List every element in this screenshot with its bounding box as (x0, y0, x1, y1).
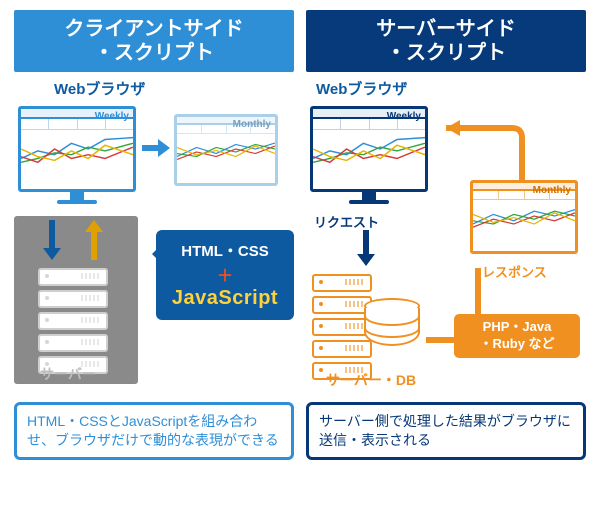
server-label-left: サーバー (40, 364, 96, 384)
mini-chart-monthly-left (177, 134, 275, 164)
client-side-header: クライアントサイド ・スクリプト (14, 10, 294, 72)
tech-line-2: ・Ruby など (479, 336, 554, 351)
weekly-tag-right: Weekly (387, 111, 421, 122)
server-side-title: サーバーサイド ・スクリプト (376, 17, 515, 65)
server-icon-right (312, 274, 372, 384)
title-line-2-r: ・スクリプト (386, 42, 506, 64)
browser-label-right: Webブラウザ (316, 78, 586, 99)
browser-label-left: Webブラウザ (54, 78, 294, 99)
arrow-up-from-server (84, 220, 104, 260)
mini-chart-weekly-right (313, 130, 425, 168)
bubble-htmlcss: HTML・CSS (181, 243, 269, 260)
arrow-down-to-server (42, 220, 62, 260)
monthly-tag-right: Monthly (533, 185, 571, 196)
caption-right: サーバー側で処理した結果がブラウザに送信・表示される (306, 402, 586, 460)
arrow-request-down (356, 230, 376, 266)
monthly-tag-left: Monthly (233, 119, 271, 130)
title-line-2: ・スクリプト (94, 42, 214, 64)
tech-line-1: PHP・Java (483, 319, 552, 334)
server-side-panel: サーバーサイド ・スクリプト Webブラウザ Weekly (306, 10, 586, 498)
title-line-1: クライアントサイド (64, 18, 243, 40)
title-line-1-r: サーバーサイド (376, 18, 515, 40)
caption-right-text: サーバー側で処理した結果がブラウザに送信・表示される (319, 413, 571, 448)
bubble-js: JavaScript (172, 287, 278, 309)
server-icon-left (38, 268, 108, 378)
caption-left: HTML・CSSとJavaScriptを組み合わせ、ブラウザだけで動的な表現がで… (14, 402, 294, 460)
browser-monitor-left: Weekly (18, 106, 136, 204)
arrow-browser-to-browser (142, 138, 170, 158)
response-label: レスポンス (482, 262, 547, 281)
tech-bubble: HTML・CSS ＋ JavaScript (156, 230, 294, 320)
browser-monitor-right-small: Monthly (174, 114, 278, 186)
mini-chart-monthly-right (473, 200, 575, 232)
server-tech-pill: PHP・Java ・Ruby など (454, 314, 580, 358)
server-side-header: サーバーサイド ・スクリプト (306, 10, 586, 72)
client-side-panel: クライアントサイド ・スクリプト Webブラウザ Weekly (14, 10, 294, 498)
db-icon (364, 298, 420, 346)
response-monitor: Monthly (470, 180, 578, 254)
server-db-label: サーバー・DB (326, 370, 416, 390)
client-side-title: クライアントサイド ・スクリプト (64, 17, 243, 65)
caption-left-text: HTML・CSSとJavaScriptを組み合わせ、ブラウザだけで動的な表現がで… (27, 413, 279, 448)
mini-chart-weekly-left (21, 130, 133, 168)
browser-monitor-navy: Weekly (310, 106, 428, 204)
weekly-tag-left: Weekly (95, 111, 129, 122)
request-label: リクエスト (314, 212, 379, 231)
bubble-plus: ＋ (168, 262, 282, 286)
